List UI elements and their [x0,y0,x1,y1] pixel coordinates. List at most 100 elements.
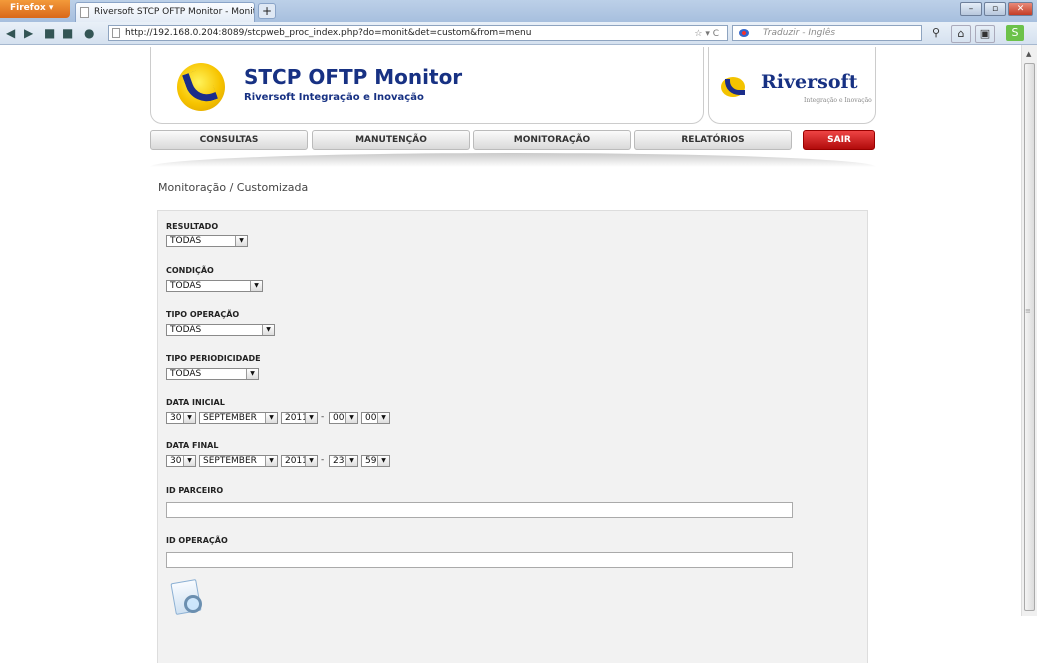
new-tab-button[interactable]: + [258,3,276,19]
skype-icon[interactable]: S [1006,25,1024,41]
filter-form: RESULTADO TODAS ▼ CONDIÇÃO TODAS ▼ TIPO OP… [157,210,868,663]
resultado-select[interactable]: TODAS ▼ [166,235,248,247]
date-separator: - [321,412,325,422]
navigation-toolbar: ◀ ▶ ■ ■ ● http://192.168.0.204:8089/stcp… [0,22,1037,45]
chevron-down-icon: ▼ [377,456,389,466]
data-inicial-hour-select[interactable]: 00 ▼ [329,412,358,424]
day-value: 30 [170,413,182,423]
page-subtitle: Riversoft Integração e Inovação [244,92,424,103]
data-inicial-label: DATA INICIAL [166,398,225,407]
chevron-down-icon: ▼ [183,456,195,466]
data-inicial-minute-select[interactable]: 00 ▼ [361,412,390,424]
scroll-up-icon[interactable]: ▲ [1026,50,1031,58]
menu-relatorios[interactable]: RELATÓRIOS [634,130,792,150]
url-text: http://192.168.0.204:8089/stcpweb_proc_i… [125,28,532,38]
chevron-down-icon: ▼ [246,369,258,379]
id-parceiro-label: ID PARCEIRO [166,486,224,495]
search-bar[interactable]: Traduzir - Inglês [732,25,922,41]
data-final-month-select[interactable]: SEPTEMBER ▼ [199,455,278,467]
toolbar-icon[interactable]: ■ [62,25,73,41]
brand-tagline: Integração e Inovação [804,97,872,104]
menu-consultas[interactable]: CONSULTAS [150,130,308,150]
home-icon[interactable]: ⌂ [951,25,971,43]
search-placeholder: Traduzir - Inglês [763,28,836,38]
firefox-menu-label: Firefox [10,3,46,13]
addon-icon[interactable]: ▣ [975,25,995,43]
hour-value: 23 [333,456,345,466]
header-banner: STCP OFTP Monitor Riversoft Integração e… [150,47,704,124]
menu-manutencao[interactable]: MANUTENÇÃO [312,130,470,150]
data-inicial-day-select[interactable]: 30 ▼ [166,412,196,424]
chevron-down-icon: ▼ [377,413,389,423]
vertical-scrollbar[interactable]: ▲ ≡ [1021,45,1037,616]
tipo-periodicidade-label: TIPO PERIODICIDADE [166,354,261,363]
tipo-operacao-label: TIPO OPERAÇÃO [166,310,240,319]
data-final-day-select[interactable]: 30 ▼ [166,455,196,467]
tipo-operacao-value: TODAS [170,325,202,335]
riversoft-logo: Riversoft Integração e Inovação [708,47,876,124]
data-final-minute-select[interactable]: 59 ▼ [361,455,390,467]
minute-value: 59 [365,456,377,466]
scroll-grip-icon: ≡ [1025,307,1031,315]
chevron-down-icon: ▼ [265,456,277,466]
page-title: STCP OFTP Monitor [244,65,463,89]
chevron-down-icon: ▼ [305,413,317,423]
minimize-button[interactable]: – [960,2,982,16]
data-inicial-year-select[interactable]: 2011 ▼ [281,412,318,424]
condicao-value: TODAS [170,281,202,291]
month-value: SEPTEMBER [203,413,257,423]
tipo-periodicidade-select[interactable]: TODAS ▼ [166,368,259,380]
toolbar-icon[interactable]: ■ [44,25,55,41]
sair-button[interactable]: SAIR [803,130,875,150]
condicao-select[interactable]: TODAS ▼ [166,280,263,292]
page-icon [80,7,89,18]
close-window-button[interactable]: ✕ [1008,2,1033,16]
lock-icon[interactable]: ● [84,25,94,41]
chevron-down-icon: ▼ [305,456,317,466]
back-icon[interactable]: ◀ [6,25,15,41]
search-submit-icon[interactable] [170,578,212,621]
browser-tab[interactable]: Riversoft STCP OFTP Monitor - Monitor... [75,2,255,22]
forward-icon[interactable]: ▶ [24,25,33,41]
id-operacao-input[interactable] [166,552,793,568]
menu-monitoracao[interactable]: MONITORAÇÃO [473,130,631,150]
main-menu: CONSULTAS MANUTENÇÃO MONITORAÇÃO RELATÓR… [150,130,876,150]
page-icon [112,28,120,38]
condicao-label: CONDIÇÃO [166,266,214,275]
minute-value: 00 [365,413,377,423]
tipo-operacao-select[interactable]: TODAS ▼ [166,324,275,336]
chevron-down-icon: ▼ [235,236,247,246]
data-final-year-select[interactable]: 2011 ▼ [281,455,318,467]
data-final-label: DATA FINAL [166,441,219,450]
brand-name: Riversoft [761,71,858,93]
id-operacao-label: ID OPERAÇÃO [166,536,228,545]
tipo-periodicidade-value: TODAS [170,369,202,379]
hour-value: 00 [333,413,345,423]
header-divider [150,153,876,167]
chevron-down-icon: ▼ [250,281,262,291]
data-final-hour-select[interactable]: 23 ▼ [329,455,358,467]
bookmark-star-icon[interactable]: ☆ ▾ C [694,27,719,40]
chevron-down-icon: ▼ [345,456,357,466]
scrollbar-thumb[interactable] [1024,63,1035,611]
chevron-down-icon: ▼ [265,413,277,423]
search-engine-icon[interactable] [739,29,749,37]
url-bar[interactable]: http://192.168.0.204:8089/stcpweb_proc_i… [108,25,728,41]
data-inicial-month-select[interactable]: SEPTEMBER ▼ [199,412,278,424]
day-value: 30 [170,456,182,466]
chevron-down-icon: ▼ [262,325,274,335]
search-icon[interactable]: ⚲ [927,25,945,41]
firefox-menu-button[interactable]: Firefox ▾ [0,0,70,18]
resultado-value: TODAS [170,236,202,246]
date-separator: - [321,455,325,465]
riversoft-logo-icon [721,77,747,97]
breadcrumb: Monitoração / Customizada [158,181,309,194]
tab-title: Riversoft STCP OFTP Monitor - Monitor... [94,7,255,17]
month-value: SEPTEMBER [203,456,257,466]
id-parceiro-input[interactable] [166,502,793,518]
maximize-button[interactable]: ▫ [984,2,1006,16]
chevron-down-icon: ▼ [183,413,195,423]
stcp-logo-icon [177,63,225,111]
browser-tab-bar: Firefox ▾ Riversoft STCP OFTP Monitor - … [0,0,1037,23]
resultado-label: RESULTADO [166,222,219,231]
